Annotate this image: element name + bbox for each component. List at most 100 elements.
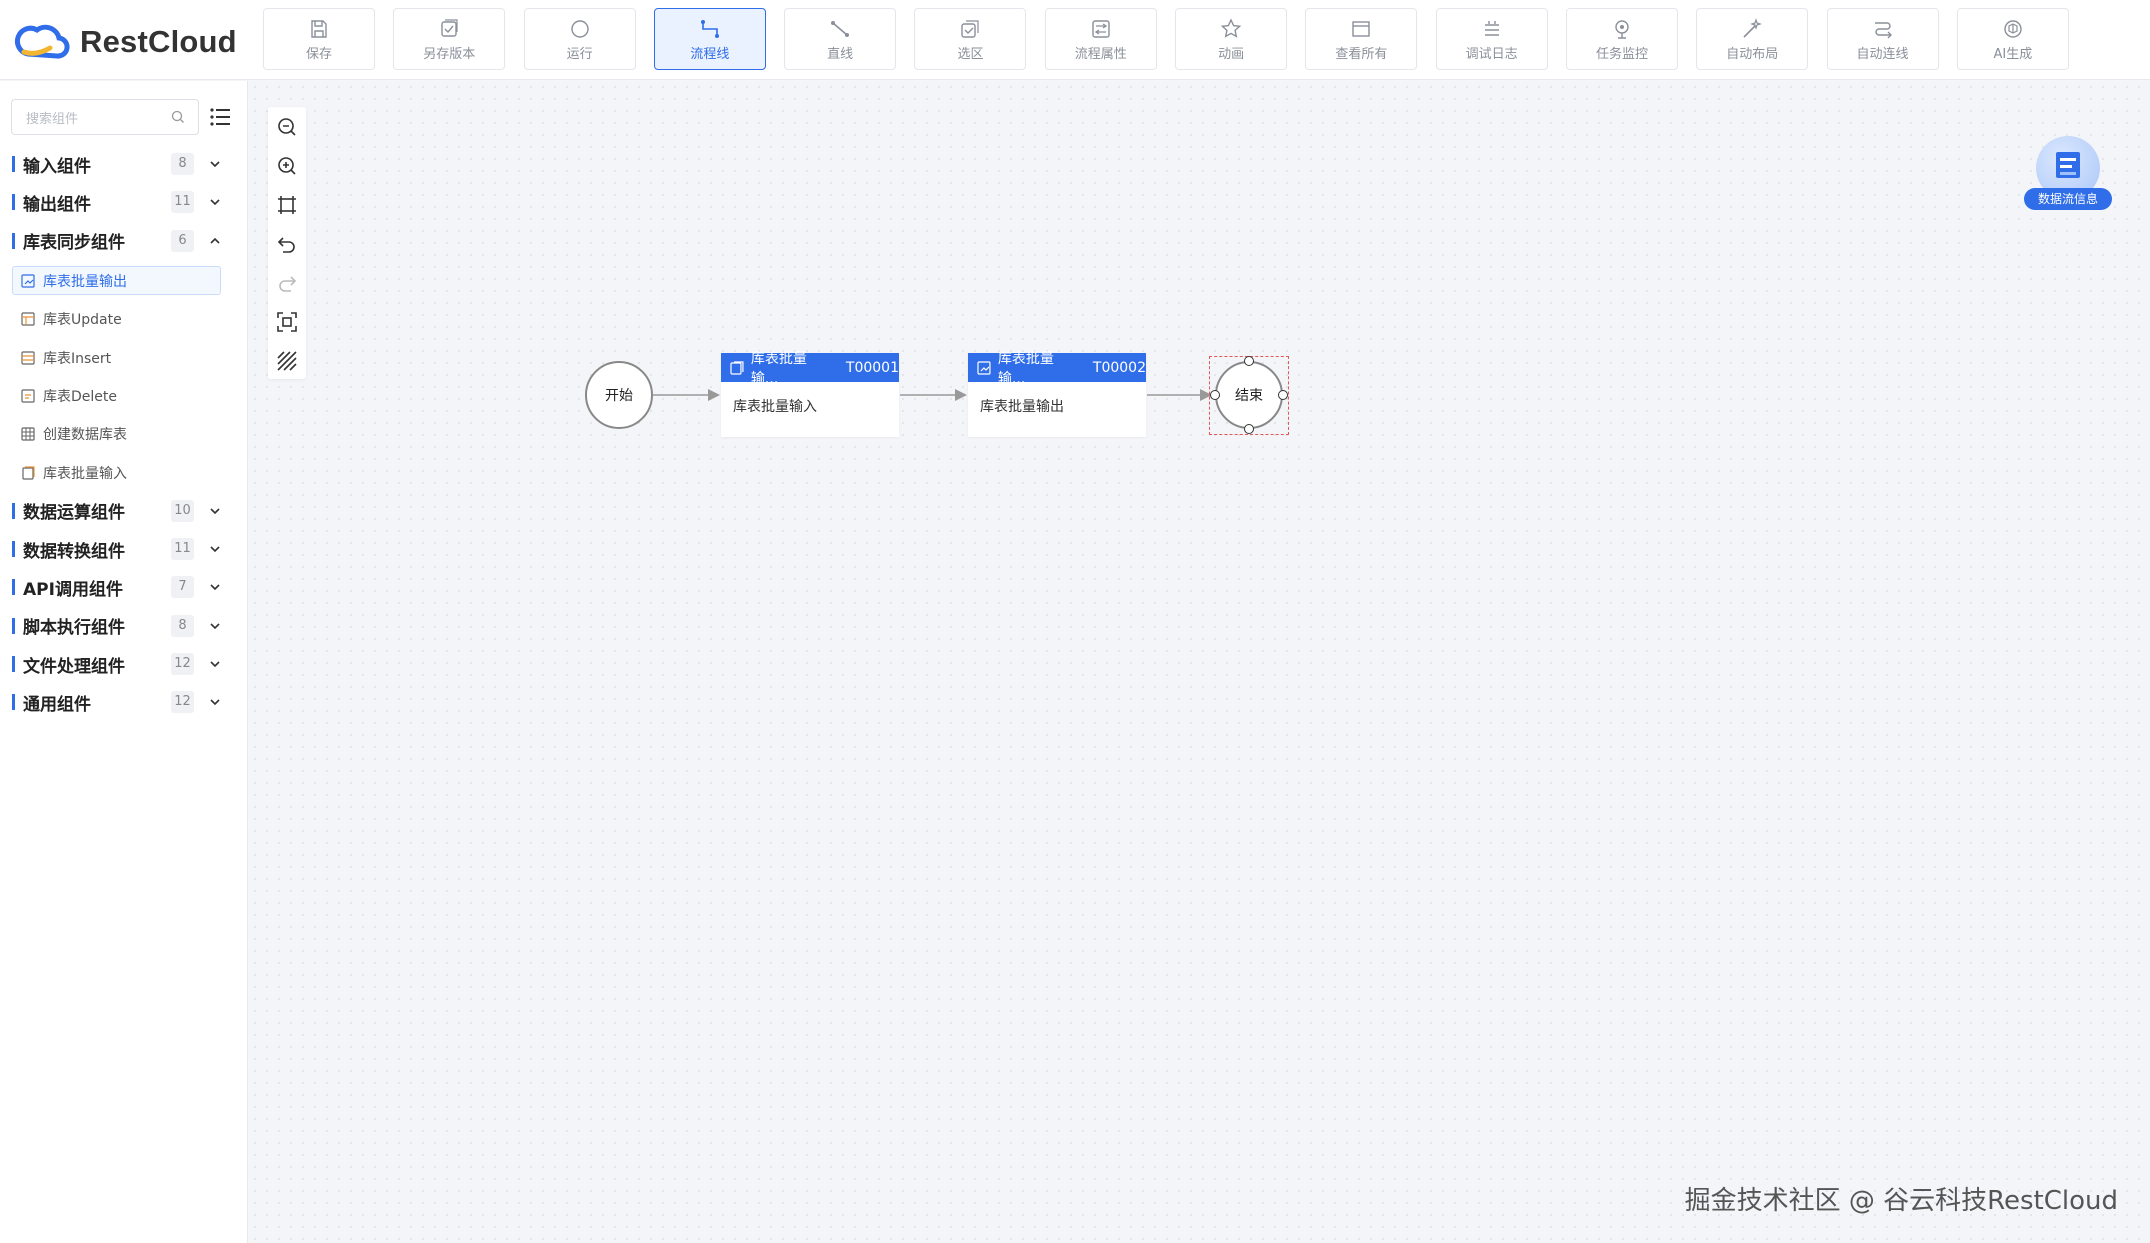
component-search-input[interactable]: 搜索组件 (11, 99, 199, 135)
task-monitor-button[interactable]: 任务监控 (1565, 8, 1678, 70)
zoom-out-icon[interactable] (275, 115, 299, 139)
task-node-title: 库表批量输... (750, 350, 807, 387)
debug-log-label: 调试日志 (1465, 46, 1518, 62)
select-area-icon (961, 19, 980, 38)
ai-generate-icon (2004, 19, 2022, 38)
group-api-call-components[interactable]: API调用组件 7 (0, 568, 248, 606)
grid-toggle-icon[interactable] (275, 349, 299, 373)
main-toolbar: 保存 另存版本 运行 流程线 直线 选区 流程属性 动画 查看所有 调试日志 任… (263, 8, 2087, 70)
chevron-up-icon[interactable] (209, 235, 221, 247)
search-placeholder: 搜索组件 (26, 111, 79, 127)
select-area-button[interactable]: 选区 (914, 8, 1027, 70)
app-brand-name: RestCloud (80, 24, 237, 59)
end-node-handle-top[interactable] (1244, 356, 1254, 366)
group-count-badge: 10 (171, 499, 194, 522)
group-count-badge: 12 (171, 652, 194, 675)
group-output-components[interactable]: 输出组件 11 (0, 183, 248, 221)
task-node-id: T00001 (845, 359, 899, 376)
end-node-handle-right[interactable] (1278, 390, 1288, 400)
list-item-table-insert[interactable]: 库表Insert (0, 338, 248, 376)
group-data-transform-components[interactable]: 数据转换组件 11 (0, 530, 248, 568)
flow-canvas[interactable] (249, 81, 2150, 1243)
task-node-id: T00002 (1092, 359, 1146, 376)
task-node-t00002[interactable]: 库表批量输... T00002 库表批量输出 (968, 351, 1146, 437)
table-batch-output-icon (21, 274, 35, 288)
item-label: 库表批量输入 (43, 465, 127, 482)
list-item-table-batch-output[interactable]: 库表批量输出 (0, 262, 248, 300)
flow-properties-label: 流程属性 (1074, 46, 1127, 62)
dataflow-info-icon (2056, 152, 2080, 178)
flow-line-button[interactable]: 流程线 (653, 8, 766, 70)
end-node-handle-bottom[interactable] (1244, 424, 1254, 434)
table-batch-input-icon (730, 360, 744, 375)
view-all-button[interactable]: 查看所有 (1305, 8, 1418, 70)
group-count-badge: 12 (171, 691, 194, 714)
auto-layout-label: 自动布局 (1726, 46, 1779, 62)
fit-view-icon[interactable] (275, 193, 299, 217)
save-label: 保存 (305, 46, 332, 62)
group-file-components[interactable]: 文件处理组件 12 (0, 645, 248, 683)
zoom-in-icon[interactable] (275, 154, 299, 178)
auto-connect-button[interactable]: 自动连线 (1826, 8, 1939, 70)
save-version-button[interactable]: 另存版本 (393, 8, 506, 70)
group-title: 输出组件 (23, 194, 91, 215)
chevron-down-icon[interactable] (209, 505, 221, 517)
item-label: 库表Delete (43, 388, 117, 405)
chevron-down-icon[interactable] (209, 658, 221, 670)
run-button[interactable]: 运行 (523, 8, 636, 70)
group-title: 脚本执行组件 (23, 618, 125, 639)
animation-button[interactable]: 动画 (1175, 8, 1288, 70)
end-node[interactable]: 结束 (1215, 361, 1283, 429)
flow-properties-button[interactable]: 流程属性 (1044, 8, 1157, 70)
list-item-create-db-table[interactable]: 创建数据库表 (0, 415, 248, 453)
group-table-sync-components[interactable]: 库表同步组件 6 (0, 222, 248, 260)
straight-line-button[interactable]: 直线 (784, 8, 897, 70)
auto-layout-button[interactable]: 自动布局 (1696, 8, 1809, 70)
chevron-down-icon[interactable] (209, 620, 221, 632)
end-node-label: 结束 (1235, 388, 1263, 404)
restcloud-logo-icon (14, 24, 70, 59)
task-node-header: 库表批量输... T00001 (721, 351, 899, 387)
redo-icon[interactable] (275, 271, 299, 295)
chevron-down-icon[interactable] (209, 581, 221, 593)
task-monitor-icon (1615, 19, 1629, 39)
focus-icon[interactable] (275, 310, 299, 334)
group-title: API调用组件 (23, 579, 123, 600)
end-node-handle-left[interactable] (1210, 390, 1220, 400)
save-icon (311, 19, 327, 38)
chevron-down-icon[interactable] (209, 543, 221, 555)
undo-icon[interactable] (275, 232, 299, 256)
task-node-t00001[interactable]: 库表批量输... T00001 库表批量输入 (721, 351, 899, 437)
chevron-down-icon[interactable] (209, 696, 221, 708)
item-label: 库表Insert (43, 350, 112, 367)
table-insert-icon (21, 351, 35, 365)
canvas-vertical-toolbar (268, 107, 306, 379)
search-icon[interactable] (170, 109, 186, 125)
auto-connect-icon (1874, 21, 1892, 38)
group-title: 数据运算组件 (23, 503, 125, 524)
group-count-badge: 8 (171, 614, 194, 637)
task-node-header: 库表批量输... T00002 (968, 351, 1146, 387)
group-count-badge: 8 (171, 153, 194, 175)
start-node-label: 开始 (605, 388, 633, 404)
list-item-table-delete[interactable]: 库表Delete (0, 377, 248, 415)
list-view-icon[interactable] (208, 105, 232, 129)
save-button[interactable]: 保存 (263, 8, 375, 70)
chevron-down-icon[interactable] (209, 196, 221, 208)
dataflow-info-button[interactable]: 数据流信息 (2024, 136, 2112, 212)
debug-log-button[interactable]: 调试日志 (1435, 8, 1548, 70)
group-data-compute-components[interactable]: 数据运算组件 10 (0, 492, 248, 530)
list-item-table-batch-input[interactable]: 库表批量输入 (0, 453, 248, 491)
animation-label: 动画 (1218, 46, 1245, 62)
start-node[interactable]: 开始 (585, 361, 653, 429)
list-item-table-update[interactable]: 库表Update (0, 300, 248, 338)
task-node-title: 库表批量输... (997, 350, 1054, 387)
ai-generate-button[interactable]: AI生成 (1956, 8, 2069, 70)
auto-connect-label: 自动连线 (1856, 46, 1909, 62)
item-label: 创建数据库表 (43, 427, 127, 444)
group-general-components[interactable]: 通用组件 12 (0, 683, 248, 721)
app-logo: RestCloud (14, 20, 237, 64)
group-input-components[interactable]: 输入组件 8 (0, 145, 248, 183)
chevron-down-icon[interactable] (209, 158, 221, 170)
group-script-components[interactable]: 脚本执行组件 8 (0, 607, 248, 645)
